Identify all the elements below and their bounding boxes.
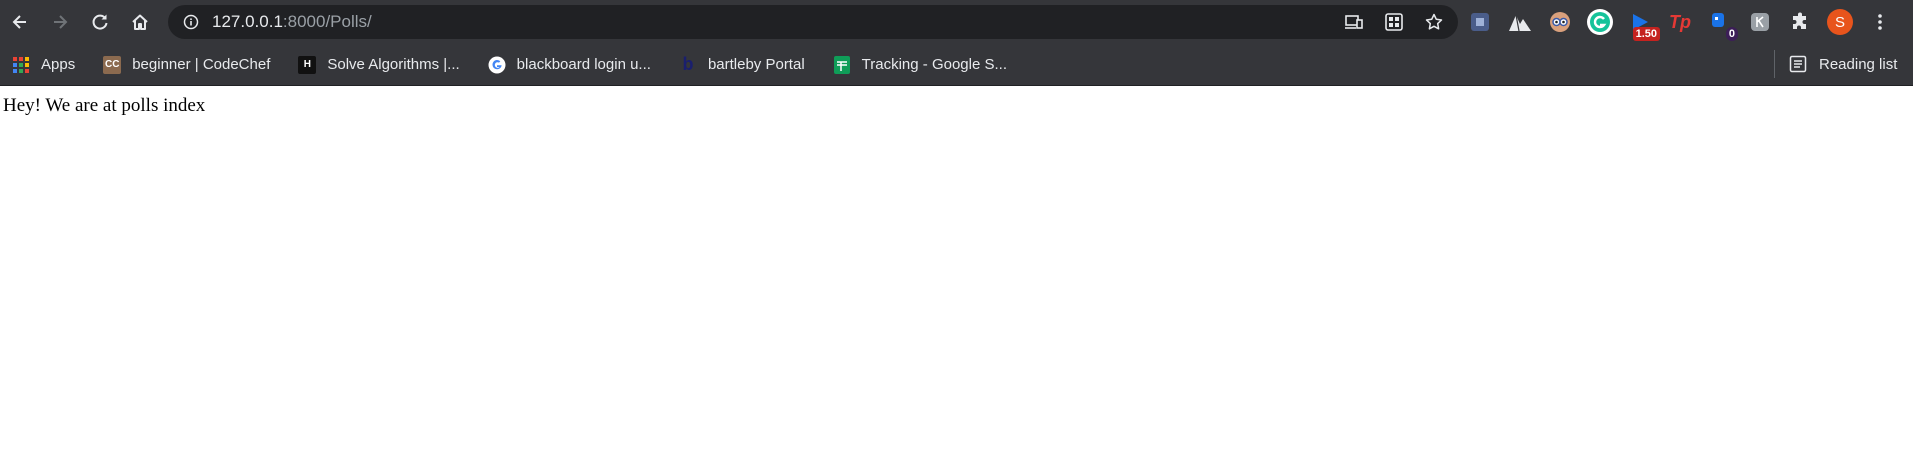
avatar: S	[1827, 9, 1853, 35]
bookmark-blackboard[interactable]: blackboard login u...	[480, 51, 659, 79]
bookmark-label: beginner | CodeChef	[132, 56, 271, 73]
extensions-puzzle-icon[interactable]	[1784, 6, 1816, 38]
bookmark-label: Apps	[41, 56, 76, 73]
bookmark-label: blackboard login u...	[516, 56, 651, 73]
bookmark-star-icon[interactable]	[1420, 8, 1448, 36]
home-icon	[132, 14, 148, 30]
bartleby-favicon-text: b	[682, 54, 694, 74]
site-info-icon[interactable]	[182, 13, 200, 31]
bookmark-tracking-sheet[interactable]: Tracking - Google S...	[825, 51, 1015, 79]
cast-icon[interactable]	[1340, 8, 1368, 36]
bookmark-hackerrank[interactable]: H Solve Algorithms |...	[290, 51, 467, 79]
bookmark-label: Tracking - Google S...	[861, 56, 1007, 73]
profile-avatar[interactable]: S	[1824, 6, 1856, 38]
browser-toolbar: 127.0.0.1:8000/Polls/ 1.50 Tp 0 S	[0, 0, 1913, 44]
url-host: 127.0.0.1	[212, 12, 283, 31]
reload-button[interactable]	[84, 6, 116, 38]
video-speed-ext-icon[interactable]: 1.50	[1624, 6, 1660, 41]
url-path: :8000/Polls/	[282, 12, 372, 31]
mountain-ext-icon[interactable]	[1504, 6, 1536, 38]
back-arrow-icon	[12, 15, 26, 29]
home-button[interactable]	[124, 6, 156, 38]
codechef-favicon-icon: CC	[103, 55, 122, 74]
bookmark-label: Solve Algorithms |...	[327, 56, 460, 73]
reading-list-label: Reading list	[1819, 55, 1898, 73]
forward-button[interactable]	[44, 6, 76, 38]
forward-arrow-icon	[54, 15, 68, 29]
tp-ext-label: Tp	[1669, 11, 1691, 32]
google-sheets-favicon-icon	[833, 55, 851, 74]
reload-icon	[92, 14, 108, 30]
google-favicon-icon	[488, 56, 506, 74]
bartleby-favicon-icon: b	[679, 54, 697, 74]
bookmark-apps[interactable]: Apps	[4, 51, 83, 79]
qr-code-icon[interactable]	[1380, 8, 1408, 36]
extensions-area: 1.50 Tp 0 S	[1464, 6, 1896, 41]
hackerrank-favicon-icon: H	[298, 55, 317, 74]
page-content: Hey! We are at polls index	[0, 86, 1913, 126]
url-text[interactable]: 127.0.0.1:8000/Polls/	[212, 12, 372, 32]
page-text: Hey! We are at polls index	[3, 95, 206, 116]
tp-ext-icon[interactable]: Tp	[1664, 6, 1696, 38]
omnibox-actions	[1340, 5, 1448, 39]
reading-list-icon	[1789, 55, 1807, 73]
gray-ext-icon[interactable]	[1744, 6, 1776, 38]
back-button[interactable]	[4, 6, 36, 38]
grammarly-ext-icon[interactable]	[1584, 6, 1616, 38]
video-speed-badge: 1.50	[1632, 27, 1660, 41]
bookmark-codechef[interactable]: CC beginner | CodeChef	[95, 51, 278, 79]
codechef-favicon-text: CC	[104, 59, 120, 70]
hackerrank-favicon-text: H	[303, 59, 311, 70]
menu-kebab-icon[interactable]	[1864, 6, 1896, 38]
bookmark-bartleby[interactable]: b bartleby Portal	[671, 51, 813, 79]
apps-grid-icon	[12, 56, 30, 74]
eyes-ext-icon[interactable]	[1544, 6, 1576, 38]
reading-list-button[interactable]: Reading list	[1774, 50, 1897, 78]
puzzle-ext-icon[interactable]	[1464, 6, 1496, 38]
bookmarks-bar: Apps CC beginner | CodeChef H Solve Algo…	[0, 44, 1913, 86]
blue-ext-badge: 0	[1725, 27, 1738, 41]
blue-ext-icon[interactable]: 0	[1704, 6, 1738, 41]
address-bar[interactable]: 127.0.0.1:8000/Polls/	[168, 5, 1458, 39]
bookmark-label: bartleby Portal	[707, 56, 805, 73]
browser-chrome: 127.0.0.1:8000/Polls/ 1.50 Tp 0 S Apps C…	[0, 0, 1913, 86]
